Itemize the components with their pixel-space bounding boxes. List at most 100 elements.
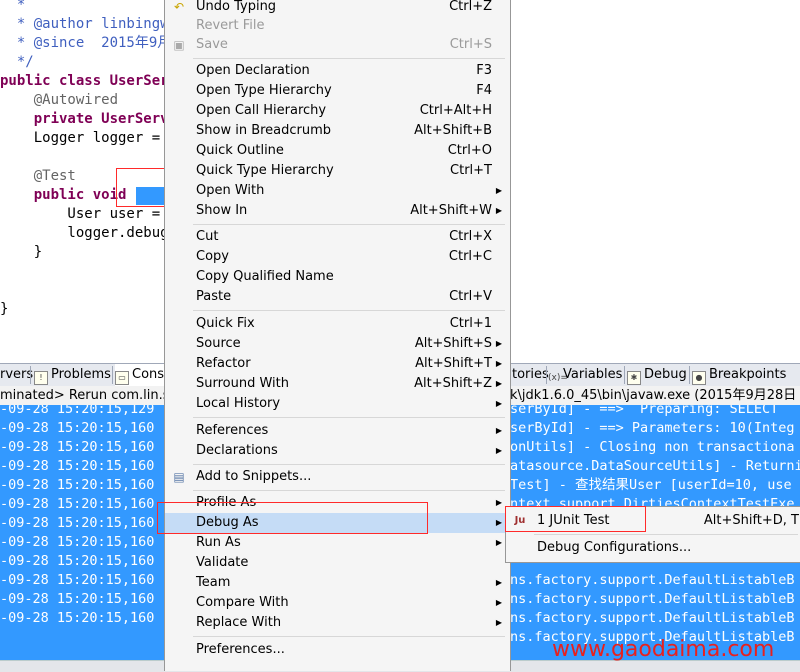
menu-item-declarations[interactable]: Declarations ▶ — [165, 441, 510, 461]
menu-item-shortcut: Alt+Shift+D, T — [703, 513, 799, 528]
menu-item-quick-type-hierarchy[interactable]: Quick Type Hierarchy Ctrl+T — [165, 161, 510, 181]
menu-item-label: Declarations — [196, 443, 278, 458]
log-message: onUtils] - Closing non transactiona — [510, 439, 795, 455]
menu-item-label: Quick Type Hierarchy — [196, 163, 334, 178]
menu-item-show-in-breadcrumb[interactable]: Show in Breadcrumb Alt+Shift+B — [165, 121, 510, 141]
code-line: Logger logger = — [0, 130, 161, 146]
code-line: } — [0, 301, 9, 317]
annotation-box-junit-test — [505, 506, 646, 532]
menu-item-shortcut: Ctrl+T — [450, 163, 492, 178]
menu-item-label: Open With — [196, 183, 265, 198]
log-message: atasource.DataSourceUtils] - Returni — [510, 458, 800, 474]
menu-item-shortcut: Alt+Shift+T — [415, 356, 492, 371]
log-message: ns.factory.support.DefaultListableB — [510, 591, 795, 607]
tab-console[interactable]: ▭ Cons — [115, 364, 171, 386]
log-timestamp: -09-28 15:20:15,160 — [0, 515, 155, 531]
log-timestamp: -09-28 15:20:15,129 — [0, 405, 155, 417]
menu-item-references[interactable]: References ▶ — [165, 421, 510, 441]
menu-item-quick-fix[interactable]: Quick Fix Ctrl+1 — [165, 314, 510, 334]
menu-item-save[interactable]: ▣ Save Ctrl+S — [165, 35, 510, 55]
menu-separator — [534, 534, 798, 535]
code-line: @Autowired — [0, 92, 119, 108]
menu-item-debug-configurations[interactable]: Debug Configurations... — [506, 538, 800, 558]
menu-item-shortcut: Alt+Shift+B — [414, 123, 492, 138]
menu-item-copy[interactable]: Copy Ctrl+C — [165, 247, 510, 267]
tab-label: Breakpoints — [709, 367, 787, 382]
tab-label: Cons — [132, 367, 165, 382]
code-line: logger.debug — [0, 225, 169, 241]
menu-item-label: Add to Snippets... — [196, 469, 312, 484]
menu-item-shortcut: Alt+Shift+S — [414, 336, 492, 351]
menu-item-replace-with[interactable]: Replace With ▶ — [165, 613, 510, 633]
menu-separator — [193, 224, 505, 225]
menu-item-preferences[interactable]: Preferences... — [165, 640, 510, 660]
log-timestamp: -09-28 15:20:15,160 — [0, 496, 155, 512]
problems-icon: ! — [34, 371, 48, 385]
menu-separator — [193, 490, 505, 491]
menu-item-open-type-hierarchy[interactable]: Open Type Hierarchy F4 — [165, 81, 510, 101]
submenu-arrow-icon: ▶ — [495, 518, 502, 527]
menu-item-cut[interactable]: Cut Ctrl+X — [165, 227, 510, 247]
menu-item-compare-with[interactable]: Compare With ▶ — [165, 593, 510, 613]
menu-item-label: Copy Qualified Name — [196, 269, 334, 284]
tab-problems[interactable]: ! Problems — [34, 364, 111, 386]
annotation-box-debug-as — [157, 502, 428, 534]
menu-item-team[interactable]: Team ▶ — [165, 573, 510, 593]
code-line: * @since 2015年9月 — [0, 35, 172, 51]
menu-item-label: Quick Fix — [196, 316, 255, 331]
context-menu: ↶ Undo Typing Ctrl+Z Revert File ▣ Save Ctrl… — [164, 0, 511, 671]
menu-item-copy-qualified-name[interactable]: Copy Qualified Name — [165, 267, 510, 287]
submenu-arrow-icon: ▶ — [495, 379, 502, 388]
menu-item-open-declaration[interactable]: Open Declaration F3 — [165, 61, 510, 81]
tab-debug[interactable]: ✱ Debug — [627, 364, 687, 386]
code-line: */ — [0, 54, 34, 70]
menu-item-paste[interactable]: Paste Ctrl+V — [165, 287, 510, 307]
menu-item-shortcut: Ctrl+O — [447, 143, 492, 158]
menu-item-label: Run As — [196, 535, 241, 550]
submenu-arrow-icon: ▶ — [495, 618, 502, 627]
tab-breakpoints[interactable]: ● Breakpoints — [692, 364, 786, 386]
submenu-arrow-icon: ▶ — [495, 359, 502, 368]
submenu-arrow-icon: ▶ — [495, 186, 502, 195]
menu-item-source[interactable]: Source Alt+Shift+S ▶ — [165, 334, 510, 354]
console-process-label: k\jdk1.6.0_45\bin\javaw.exe (2015年9月28日 … — [510, 388, 800, 403]
menu-item-open-call-hierarchy[interactable]: Open Call Hierarchy Ctrl+Alt+H — [165, 101, 510, 121]
menu-item-label: Local History — [196, 396, 281, 411]
menu-item-revert-file[interactable]: Revert File — [165, 16, 510, 36]
log-message: ns.factory.support.DefaultListableB — [510, 572, 795, 588]
menu-item-local-history[interactable]: Local History ▶ — [165, 394, 510, 414]
menu-item-label: Debug Configurations... — [537, 540, 692, 555]
tab-label: Problems — [51, 367, 111, 382]
menu-item-validate[interactable]: Validate — [165, 553, 510, 573]
code-line: @Test — [0, 168, 76, 184]
menu-item-quick-outline[interactable]: Quick Outline Ctrl+O — [165, 141, 510, 161]
menu-item-show-in[interactable]: Show In Alt+Shift+W ▶ — [165, 201, 510, 221]
menu-item-label: Quick Outline — [196, 143, 284, 158]
menu-separator — [193, 417, 505, 418]
menu-item-run-as[interactable]: Run As ▶ — [165, 533, 510, 553]
menu-item-open-with[interactable]: Open With ▶ — [165, 181, 510, 201]
menu-item-undo-typing[interactable]: ↶ Undo Typing Ctrl+Z — [165, 0, 510, 17]
menu-item-shortcut: Ctrl+C — [448, 249, 492, 264]
menu-item-label: Compare With — [196, 595, 289, 610]
tab-servers[interactable]: rvers — [0, 364, 33, 386]
tab-label: Debug — [644, 367, 687, 382]
log-timestamp: -09-28 15:20:15,160 — [0, 610, 155, 626]
submenu-arrow-icon: ▶ — [495, 578, 502, 587]
menu-item-shortcut: Alt+Shift+Z — [414, 376, 492, 391]
tab-variables[interactable]: (x)=Variables — [548, 364, 622, 386]
menu-item-surround-with[interactable]: Surround With Alt+Shift+Z ▶ — [165, 374, 510, 394]
breakpoints-icon: ● — [692, 371, 706, 385]
menu-item-shortcut: Ctrl+1 — [449, 316, 492, 331]
menu-item-add-to-snippets[interactable]: ▤ Add to Snippets... — [165, 467, 510, 487]
menu-item-label: Replace With — [196, 615, 282, 630]
menu-item-label: Preferences... — [196, 642, 285, 657]
menu-separator — [193, 464, 505, 465]
code-line: public class UserServ — [0, 73, 178, 89]
log-timestamp: -09-28 15:20:15,160 — [0, 553, 155, 569]
tab-histories[interactable]: tories — [512, 364, 549, 386]
divider — [689, 366, 690, 384]
menu-item-label: Paste — [196, 289, 232, 304]
console-launch-label: minated> Rerun com.lin.serv — [0, 388, 191, 403]
menu-item-refactor[interactable]: Refactor Alt+Shift+T ▶ — [165, 354, 510, 374]
